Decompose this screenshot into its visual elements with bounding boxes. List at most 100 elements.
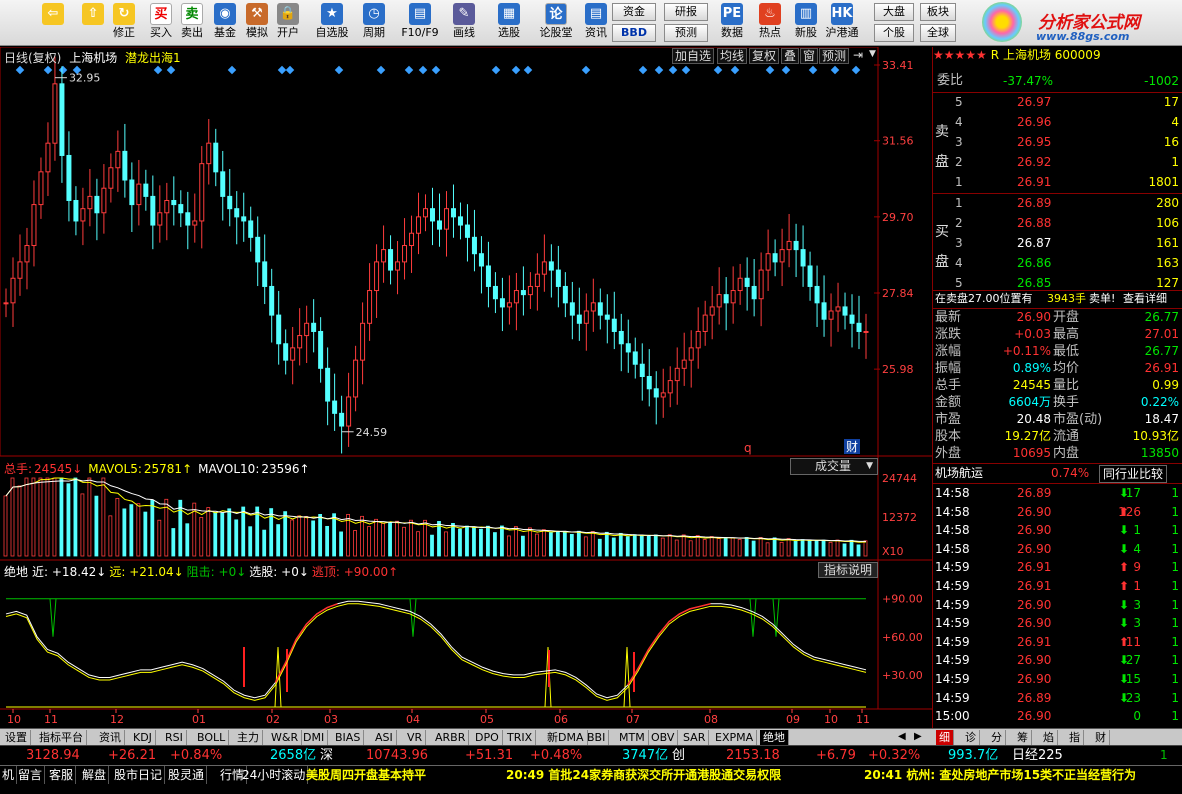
candle-body xyxy=(765,253,771,271)
开户-button[interactable]: 🔒 开户 xyxy=(273,2,303,44)
notice-detail-link[interactable]: 查看详细 xyxy=(1123,290,1167,308)
chart-button[interactable]: 加自选 xyxy=(672,48,715,64)
画线-button[interactable]: ✎ 画线 xyxy=(444,2,484,44)
toolbar-small-button[interactable]: 个股 xyxy=(874,24,914,42)
candle-body xyxy=(688,347,694,361)
news-bar-button[interactable]: 24小时滚动 xyxy=(240,766,309,784)
indicator-tab[interactable]: TRIX xyxy=(504,730,537,745)
chart-button[interactable]: 复权 xyxy=(749,48,780,64)
news-headline[interactable]: 美股周四开盘基本持平 xyxy=(306,766,426,784)
周期-button[interactable]: ◷ 周期 xyxy=(354,2,394,44)
scroll-right-icon[interactable]: ▶ xyxy=(914,731,922,742)
新股-button[interactable]: ▥ 新股 xyxy=(786,2,826,44)
基金-button[interactable]: ◉ 基金 xyxy=(210,2,240,44)
chart-canvas[interactable]: 33.41 31.56 29.70 27.84 25.98 32.95 24.59 q 财 247… xyxy=(0,46,932,728)
level-num: 1 xyxy=(955,175,963,189)
buy-level-row[interactable]: 3 26.87 161 xyxy=(933,234,1182,252)
up-down-arrow-button[interactable]: ⇧ xyxy=(78,2,108,44)
news-bar-button[interactable]: 股市日记 xyxy=(112,766,166,784)
indicator-tab[interactable]: MTM xyxy=(616,730,649,745)
buy-level-row[interactable]: 1 26.89 280 xyxy=(933,194,1182,212)
news-headline[interactable]: 20:41 杭州: 查处房地产市场15类不正当经营行为 xyxy=(864,766,1136,784)
indicator-tab[interactable]: BIAS xyxy=(332,730,365,745)
quote-tab[interactable]: 焰 xyxy=(1040,730,1058,745)
买入-button[interactable]: 买买入 xyxy=(146,2,176,44)
toolbar-small-button[interactable]: 研报 xyxy=(664,3,708,21)
indicator-tab[interactable]: 绝地 xyxy=(760,730,789,745)
sell-level-row[interactable]: 5 26.97 17 xyxy=(933,93,1182,111)
修正-button[interactable]: ↻ 修正 xyxy=(109,2,139,44)
indicator-tab[interactable]: KDJ xyxy=(130,730,156,745)
toolbar-small-button[interactable]: 板块 xyxy=(920,3,956,21)
sell-level-row[interactable]: 2 26.92 1 xyxy=(933,153,1182,171)
数据-button[interactable]: PE 数据 xyxy=(712,2,752,44)
indicator-tab[interactable]: EXPMA xyxy=(712,730,758,745)
toolbar-small-button[interactable]: BBD xyxy=(612,24,656,42)
indicator-tab[interactable]: 指标平台 xyxy=(36,730,87,745)
toolbar-small-button[interactable]: 资金 xyxy=(612,3,656,21)
news-bar-button[interactable]: 股灵通 xyxy=(166,766,208,784)
indicator-tab[interactable]: OBV xyxy=(648,730,679,745)
news-bar-button[interactable]: 解盘 xyxy=(80,766,110,784)
资讯-button[interactable]: ▤ 资讯 xyxy=(576,2,616,44)
toolbar-small-button[interactable]: 预测 xyxy=(664,24,708,42)
toolbar-small-button[interactable]: 大盘 xyxy=(874,3,914,21)
news-bar-button[interactable]: 客服 xyxy=(47,766,77,784)
indicator-name[interactable]: 潜龙出海1 xyxy=(125,51,181,65)
news-headline[interactable]: 20:49 首批24家券商获深交所开通港股通交易权限 xyxy=(506,766,781,784)
sell-level-row[interactable]: 1 26.91 1801 xyxy=(933,173,1182,191)
自选股-button[interactable]: ★ 自选股 xyxy=(312,2,352,44)
indicator-tab[interactable]: 主力 xyxy=(234,730,263,745)
沪港通-button[interactable]: HK 沪港通 xyxy=(822,2,862,44)
indicator-tab[interactable]: BBI xyxy=(584,730,610,745)
pin-icon[interactable]: ⇥ xyxy=(853,48,863,62)
选股-button[interactable]: ▦ 选股 xyxy=(489,2,529,44)
quote-tab[interactable]: 分 xyxy=(988,730,1006,745)
scroll-left-icon[interactable]: ◀ xyxy=(898,731,906,742)
模拟-button[interactable]: ⚒ 模拟 xyxy=(242,2,272,44)
indicator-tab[interactable]: 新DMA xyxy=(544,730,588,745)
period-label[interactable]: 日线(复权) xyxy=(4,51,61,65)
indicator-tab[interactable]: SAR xyxy=(680,730,710,745)
indicator-tab[interactable]: W&R xyxy=(268,730,303,745)
chart-button[interactable]: 预测 xyxy=(819,48,850,64)
toolbar-small-button[interactable]: 全球 xyxy=(920,24,956,42)
indicator-tab[interactable]: VR xyxy=(404,730,427,745)
indicator-tab[interactable]: ARBR xyxy=(432,730,470,745)
index-status-item: 3128.94 xyxy=(26,748,80,763)
indicator-tab[interactable]: BOLL xyxy=(194,730,230,745)
stat-value: 13850 xyxy=(1140,446,1179,460)
sell-level-row[interactable]: 3 26.95 16 xyxy=(933,133,1182,151)
back-arrow-button[interactable]: ⇦ xyxy=(38,2,68,44)
news-bar-button[interactable]: 留言 xyxy=(16,766,46,784)
quote-tab[interactable]: 财 xyxy=(1092,730,1110,745)
F10/F9-button[interactable]: ▤ F10/F9 xyxy=(400,2,440,44)
news-bar-button[interactable]: 机 xyxy=(0,766,18,784)
sector-compare-button[interactable]: 同行业比较 xyxy=(1099,465,1168,483)
indicator-tab[interactable]: DPO xyxy=(472,730,503,745)
quote-tab[interactable]: 细 xyxy=(936,730,954,745)
quote-tab[interactable]: 筹 xyxy=(1014,730,1032,745)
sell-level-row[interactable]: 4 26.96 4 xyxy=(933,113,1182,131)
indicator-tab[interactable]: 设置 xyxy=(2,730,31,745)
buy-level-row[interactable]: 2 26.88 106 xyxy=(933,214,1182,232)
quote-tab[interactable]: 指 xyxy=(1066,730,1084,745)
indicator-tab[interactable]: 资讯 xyxy=(96,730,125,745)
热点-button[interactable]: ♨ 热点 xyxy=(750,2,790,44)
chart-button[interactable]: 均线 xyxy=(717,48,748,64)
indicator-tab[interactable]: DMI xyxy=(300,730,329,745)
indicator-help-button[interactable]: 指标说明 xyxy=(818,562,878,578)
index-status-item: +0.84% xyxy=(170,748,223,763)
chart-button[interactable]: 窗 xyxy=(800,48,819,64)
chevron-down-icon[interactable]: ▼ xyxy=(869,49,876,59)
tick-row: 14:59 26.90 3 ⬇ 1 xyxy=(933,596,1182,614)
volume-selector[interactable]: 成交量 ▼ xyxy=(790,458,878,475)
chart-button[interactable]: 叠 xyxy=(781,48,800,64)
sector-name[interactable]: 机场航运 xyxy=(935,464,983,482)
indicator-tab[interactable]: ASI xyxy=(372,730,397,745)
indicator-tab[interactable]: RSI xyxy=(162,730,187,745)
论股堂-button[interactable]: 论论股堂 xyxy=(536,2,576,44)
quote-tab[interactable]: 诊 xyxy=(962,730,980,745)
卖出-button[interactable]: 卖卖出 xyxy=(177,2,207,44)
buy-level-row[interactable]: 4 26.86 163 xyxy=(933,254,1182,272)
